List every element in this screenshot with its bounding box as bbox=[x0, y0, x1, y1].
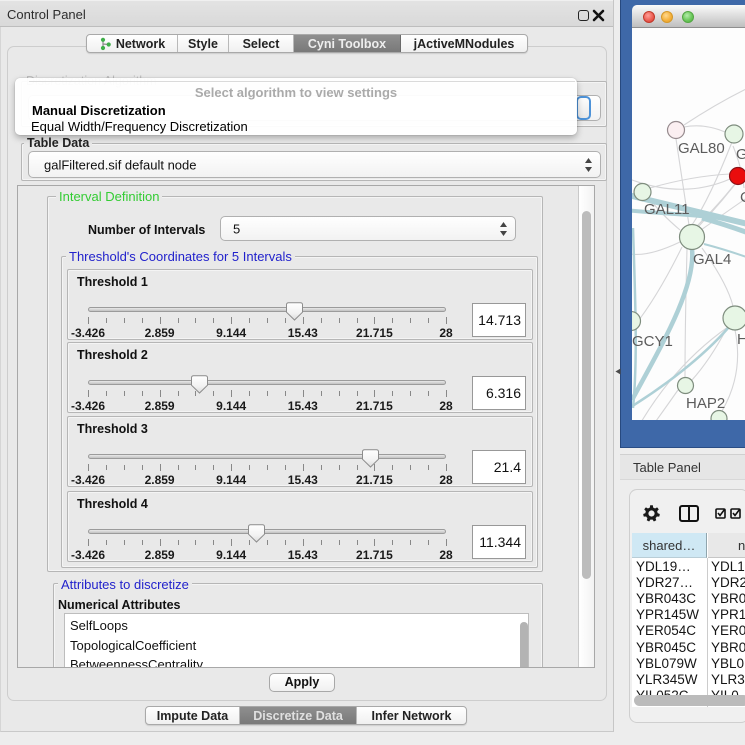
svg-text:C: C bbox=[740, 189, 745, 206]
svg-text:G: G bbox=[736, 146, 745, 163]
svg-text:GAL4: GAL4 bbox=[693, 251, 731, 268]
svg-text:GAL11: GAL11 bbox=[644, 201, 690, 218]
svg-text:HAP2: HAP2 bbox=[686, 395, 725, 412]
svg-text:GCY1: GCY1 bbox=[632, 333, 673, 350]
svg-text:GAL80: GAL80 bbox=[678, 140, 725, 157]
svg-text:H: H bbox=[737, 331, 745, 348]
